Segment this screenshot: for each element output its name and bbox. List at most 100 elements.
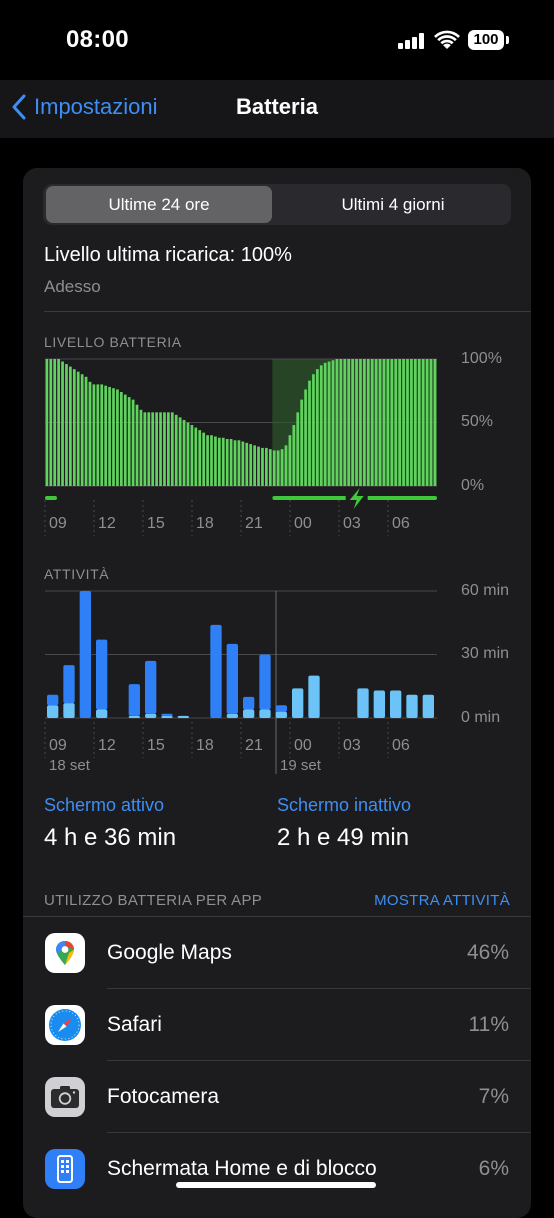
activity-y-label-0: 0 min	[461, 709, 501, 726]
battery-bar	[410, 359, 413, 486]
battery-bar	[363, 359, 366, 486]
segment-last-4-days[interactable]: Ultimi 4 giorni	[279, 186, 507, 223]
battery-bar	[229, 439, 233, 486]
battery-bar	[186, 422, 190, 486]
activity-bar-active	[79, 591, 91, 718]
battery-bar	[319, 365, 323, 486]
battery-bar	[315, 369, 319, 486]
activity-bar-active	[63, 665, 75, 704]
last-charge-level: Livello ultima ricarica: 100%	[44, 244, 292, 266]
battery-y-label-100: 100%	[461, 350, 502, 367]
activity-x-tick-label: 00	[294, 737, 312, 754]
last-charge-time: Adesso	[44, 277, 101, 296]
activity-x-tick-label: 09	[49, 737, 67, 754]
battery-bar	[374, 359, 378, 486]
app-name: Google Maps	[107, 941, 232, 964]
show-activity-link[interactable]: MOSTRA ATTIVITÀ	[374, 892, 510, 909]
battery-y-label-0: 0%	[461, 477, 485, 494]
battery-bar	[147, 412, 151, 486]
date-label-day1: 18 set	[49, 757, 91, 774]
activity-bar-active	[275, 705, 287, 712]
battery-bar	[421, 359, 425, 486]
battery-bar	[190, 425, 194, 486]
activity-bar-active	[226, 643, 238, 714]
battery-bar	[347, 359, 351, 486]
app-row-home-lock-screen[interactable]: Schermata Home e di blocco 6%	[23, 1133, 531, 1205]
battery-bar	[217, 437, 221, 486]
battery-bar	[61, 361, 64, 486]
battery-bar	[272, 450, 276, 486]
activity-x-tick-label: 03	[343, 737, 361, 754]
google-maps-icon	[45, 933, 85, 973]
battery-bar	[198, 430, 202, 486]
battery-bar	[151, 412, 155, 486]
activity-chart: 09 12 15 18 21 00 03 06 18 set 19 set	[44, 590, 437, 774]
battery-bar	[69, 366, 72, 486]
battery-bar	[96, 384, 100, 486]
battery-bar	[339, 359, 343, 486]
activity-x-tick-label: 18	[196, 737, 214, 754]
screen-active-value: 4 h e 36 min	[44, 824, 177, 851]
battery-bar	[331, 360, 335, 486]
battery-bar	[296, 412, 300, 486]
battery-bar	[398, 359, 402, 486]
activity-bar-inactive	[226, 713, 238, 718]
activity-bar-inactive	[177, 715, 189, 718]
battery-bar	[312, 374, 315, 486]
battery-bar	[80, 374, 84, 486]
battery-bar	[394, 359, 398, 486]
activity-bar-inactive	[96, 709, 108, 718]
app-row-safari[interactable]: Safari 11%	[23, 989, 531, 1061]
battery-bar	[276, 450, 280, 486]
activity-bar-active	[96, 639, 108, 710]
status-time: 08:00	[66, 26, 129, 53]
activity-bar-inactive	[128, 715, 140, 718]
battery-bar	[135, 404, 139, 486]
safari-icon	[45, 1005, 85, 1045]
battery-bar	[300, 399, 304, 486]
app-name: Fotocamera	[107, 1085, 220, 1108]
segment-last-24-hours[interactable]: Ultime 24 ore	[46, 186, 272, 223]
app-percent: 6%	[478, 1157, 509, 1180]
battery-bar	[112, 388, 115, 486]
battery-bar	[72, 369, 76, 486]
app-percent: 11%	[468, 1013, 509, 1036]
battery-bar	[304, 389, 307, 486]
battery-bar	[84, 376, 88, 486]
battery-bar	[413, 359, 417, 486]
activity-bar-inactive	[292, 688, 304, 718]
battery-bar	[108, 386, 111, 486]
battery-bar	[92, 384, 96, 486]
period-segmented-control: Ultime 24 ore Ultimi 4 giorni	[43, 184, 511, 225]
app-row-google-maps[interactable]: Google Maps 46%	[23, 917, 531, 989]
battery-x-tick-label: 00	[294, 515, 312, 532]
battery-bar	[249, 444, 253, 486]
activity-bar-inactive	[47, 705, 59, 718]
battery-bar	[178, 417, 182, 486]
battery-card: Ultime 24 ore Ultimi 4 giorni Livello ul…	[23, 168, 531, 1218]
screen-active-label: Schermo attivo	[44, 795, 165, 815]
activity-x-tick-label: 21	[245, 737, 263, 754]
battery-icon: 100	[468, 30, 504, 50]
battery-bar	[233, 440, 237, 486]
screen-inactive-value: 2 h e 49 min	[277, 824, 410, 851]
battery-bar	[65, 364, 68, 486]
battery-bar	[370, 359, 374, 486]
activity-bar-inactive	[406, 694, 418, 718]
home-indicator[interactable]	[176, 1182, 376, 1188]
battery-bar	[355, 359, 358, 486]
battery-bar	[206, 435, 209, 486]
activity-x-tick-label: 06	[392, 737, 410, 754]
status-bar: 08:00 100	[0, 0, 554, 80]
battery-level-chart: 09 12 15 18 21 00 03 06	[44, 358, 437, 536]
battery-level-label: LIVELLO BATTERIA	[44, 334, 182, 350]
battery-bar	[210, 435, 213, 486]
battery-bar	[88, 381, 92, 486]
battery-bar	[327, 361, 331, 486]
activity-bar-inactive	[145, 713, 157, 718]
activity-bar-active	[128, 684, 140, 716]
battery-bar	[123, 394, 127, 486]
app-row-fotocamera[interactable]: Fotocamera 7%	[23, 1061, 531, 1133]
battery-bar	[245, 442, 249, 486]
battery-bar	[257, 446, 260, 486]
